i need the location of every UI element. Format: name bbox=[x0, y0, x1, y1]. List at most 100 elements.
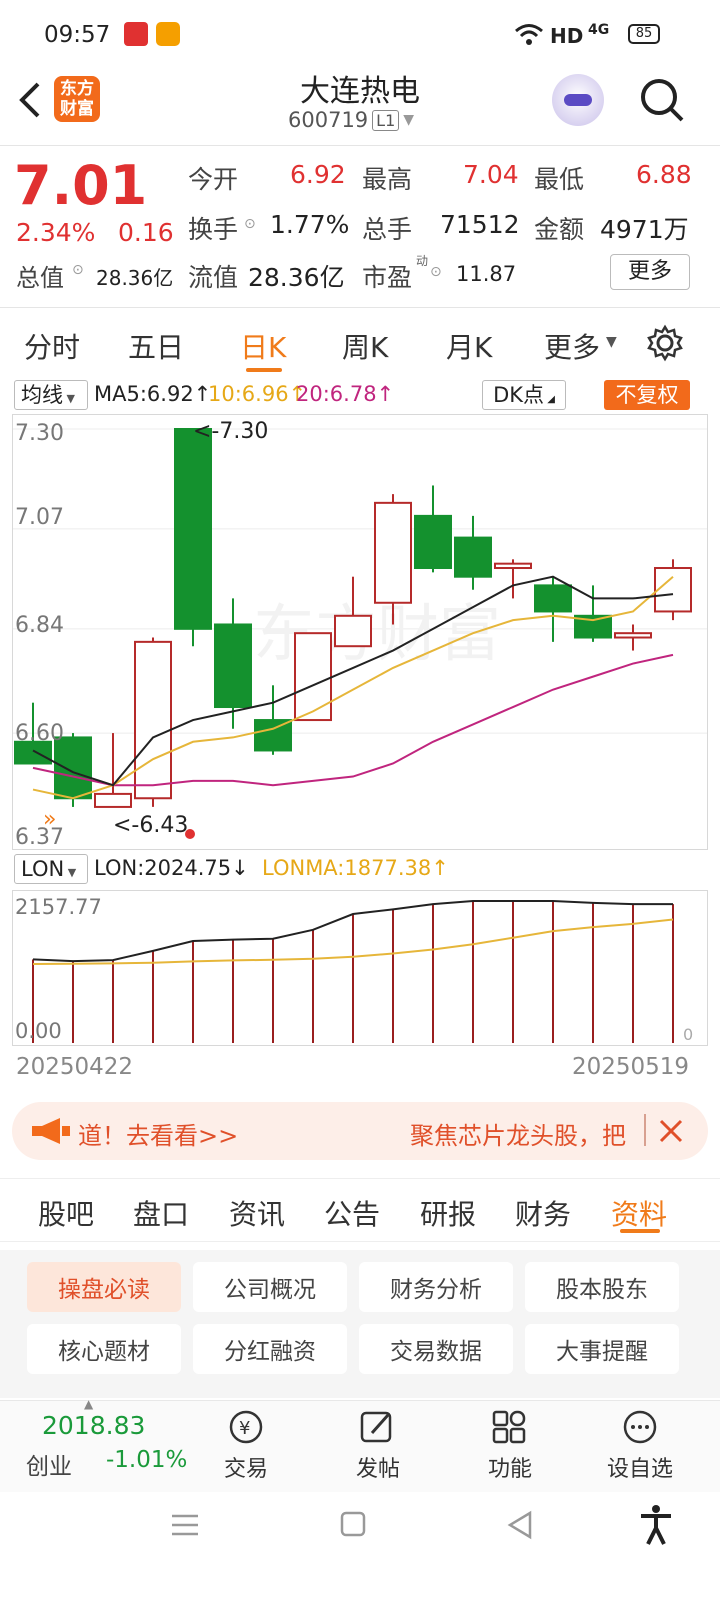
trade-button[interactable]: ¥ 交易 bbox=[216, 1409, 276, 1483]
candle-body bbox=[454, 536, 492, 578]
tab-intraday[interactable]: 分时 bbox=[24, 326, 80, 366]
shortcut-trading-guide[interactable]: 操盘必读 bbox=[27, 1262, 181, 1312]
low-value: 6.88 bbox=[636, 160, 692, 189]
amount-value: 4971万 bbox=[600, 215, 689, 244]
lon-canvas bbox=[32, 900, 674, 1043]
grid-apps-icon bbox=[492, 1410, 526, 1444]
pe-label: 市盈 bbox=[362, 263, 413, 292]
svg-text:¥: ¥ bbox=[239, 1418, 250, 1439]
index-percent[interactable]: -1.01% bbox=[106, 1447, 187, 1473]
chevron-down-icon: ▼ bbox=[606, 334, 617, 350]
kline-chart[interactable]: 东方财富 7.30 7.07 6.84 6.60 6.37 <-7.30 <-6… bbox=[12, 414, 708, 850]
trade-icon: ¥ bbox=[229, 1410, 263, 1444]
tab-weekly-k[interactable]: 周K bbox=[342, 326, 388, 366]
stock-code-row[interactable]: 600719 L1 ▼ bbox=[288, 108, 414, 132]
shortcut-company-overview[interactable]: 公司概况 bbox=[193, 1262, 347, 1312]
index-value[interactable]: 2018.83 bbox=[42, 1411, 145, 1440]
more-quote-button[interactable]: 更多 bbox=[610, 254, 690, 290]
y-axis-label: 6.84 bbox=[15, 613, 64, 638]
profile-shortcuts: 操盘必读 公司概况 财务分析 股本股东 核心题材 分红融资 交易数据 大事提醒 bbox=[0, 1250, 720, 1398]
float-label: 流值 bbox=[188, 263, 239, 292]
max-price-marker: <-7.30 bbox=[193, 419, 269, 444]
watermark: 东方财富 bbox=[253, 600, 501, 669]
banner-divider bbox=[644, 1114, 646, 1146]
robot-assistant-icon[interactable] bbox=[552, 74, 604, 126]
promo-banner[interactable]: 道！去看看>> 聚焦芯片龙头股，把 bbox=[12, 1102, 708, 1160]
close-icon[interactable] bbox=[658, 1118, 684, 1144]
tab-orderbook[interactable]: 盘口 bbox=[133, 1193, 189, 1233]
high-label: 最高 bbox=[362, 165, 413, 194]
candle-body bbox=[54, 736, 92, 800]
info-tabs: 股吧 盘口 资讯 公告 研报 财务 资料 bbox=[0, 1178, 720, 1242]
dk-point-label: DK点 bbox=[493, 383, 545, 407]
candle-body bbox=[214, 623, 252, 709]
home-icon[interactable] bbox=[340, 1510, 366, 1538]
top-bar: 东方财富 大连热电 600719 L1 ▼ bbox=[0, 66, 720, 146]
settings-gear-icon[interactable] bbox=[646, 324, 684, 362]
tab-five-day[interactable]: 五日 bbox=[128, 326, 184, 366]
shortcut-core-themes[interactable]: 核心题材 bbox=[27, 1324, 181, 1374]
candle-body bbox=[494, 562, 532, 570]
end-date: 20250519 bbox=[572, 1054, 690, 1080]
indicator-select[interactable]: LON ▼ bbox=[14, 854, 88, 884]
y-axis-label: 6.37 bbox=[15, 825, 64, 850]
signal-icon: 4G bbox=[588, 22, 610, 38]
tab-news[interactable]: 资讯 bbox=[229, 1193, 285, 1233]
tab-monthly-k[interactable]: 月K bbox=[446, 326, 492, 366]
volume-value: 71512 bbox=[440, 210, 520, 239]
shortcut-shareholders[interactable]: 股本股东 bbox=[525, 1262, 679, 1312]
candle-body bbox=[534, 584, 572, 613]
network-type: HD bbox=[550, 24, 584, 48]
accessibility-icon[interactable] bbox=[638, 1504, 674, 1546]
lon-axis-top: 2157.77 bbox=[15, 895, 102, 919]
candle-body bbox=[94, 792, 132, 808]
candle-body bbox=[374, 501, 412, 604]
restore-rights-button[interactable]: 不复权 bbox=[604, 380, 690, 410]
nav-back-icon[interactable] bbox=[506, 1510, 534, 1540]
info-icon[interactable]: ⊙ bbox=[430, 264, 442, 280]
ma-toolbar: 均线 ▼ MA5:6.92↑ 10:6.96↑ 20:6.78↑ DK点 ◢ 不… bbox=[0, 378, 720, 414]
active-tab-indicator bbox=[246, 368, 282, 372]
low-label: 最低 bbox=[534, 165, 585, 194]
app-notification-icon bbox=[124, 22, 148, 46]
chevron-up-icon[interactable]: ▲ bbox=[84, 1397, 93, 1411]
tab-profile[interactable]: 资料 bbox=[611, 1193, 667, 1233]
more-dots-icon bbox=[623, 1410, 657, 1444]
lon-chart[interactable]: 2157.77 0.00 0 bbox=[12, 890, 708, 1046]
pe-value: 11.87 bbox=[456, 262, 517, 286]
info-icon[interactable]: ⊙ bbox=[244, 216, 256, 232]
indicator-select-label: LON bbox=[21, 857, 65, 881]
banner-right-text[interactable]: 聚焦芯片龙头股，把 bbox=[410, 1116, 642, 1151]
dk-point-select[interactable]: DK点 ◢ bbox=[482, 380, 566, 410]
candle-body bbox=[654, 567, 692, 613]
shortcut-financial-analysis[interactable]: 财务分析 bbox=[359, 1262, 513, 1312]
post-button[interactable]: 发帖 bbox=[348, 1409, 408, 1483]
shortcut-trading-data[interactable]: 交易数据 bbox=[359, 1324, 513, 1374]
kline-canvas: 东方财富 bbox=[13, 428, 707, 808]
bottom-toolbar: ▲ 2018.83 创业 -1.01% ¥ 交易 发帖 功能 设自选 bbox=[0, 1397, 720, 1492]
shortcut-dividends[interactable]: 分红融资 bbox=[193, 1324, 347, 1374]
chevron-down-icon: ▼ bbox=[403, 112, 415, 128]
add-watchlist-button[interactable]: 设自选 bbox=[604, 1409, 676, 1483]
index-name[interactable]: 创业 bbox=[26, 1447, 72, 1481]
banner-left-text[interactable]: 道！去看看>> bbox=[78, 1116, 238, 1151]
tab-daily-k[interactable]: 日K bbox=[240, 326, 286, 366]
active-subtab-indicator bbox=[620, 1229, 660, 1233]
ma10-value: 10:6.96↑ bbox=[208, 382, 307, 406]
search-icon[interactable] bbox=[638, 76, 686, 124]
tab-announcements[interactable]: 公告 bbox=[324, 1193, 380, 1233]
tab-more[interactable]: 更多 bbox=[544, 326, 600, 366]
turnover-label: 换手 bbox=[188, 215, 239, 244]
tab-forum[interactable]: 股吧 bbox=[38, 1193, 94, 1233]
functions-button[interactable]: 功能 bbox=[480, 1409, 540, 1483]
tab-research[interactable]: 研报 bbox=[420, 1193, 476, 1233]
ma-select[interactable]: 均线 ▼ bbox=[14, 380, 88, 410]
shortcut-events[interactable]: 大事提醒 bbox=[525, 1324, 679, 1374]
mktcap-value: 28.36亿 bbox=[96, 266, 174, 290]
expand-arrows-icon[interactable]: » bbox=[43, 807, 56, 832]
menu-icon[interactable] bbox=[170, 1512, 200, 1538]
tab-financials[interactable]: 财务 bbox=[515, 1193, 571, 1233]
info-icon[interactable]: ⊙ bbox=[72, 262, 84, 278]
change-amount: 0.16 bbox=[118, 218, 174, 247]
date-axis: 20250422 20250519 bbox=[0, 1052, 720, 1088]
